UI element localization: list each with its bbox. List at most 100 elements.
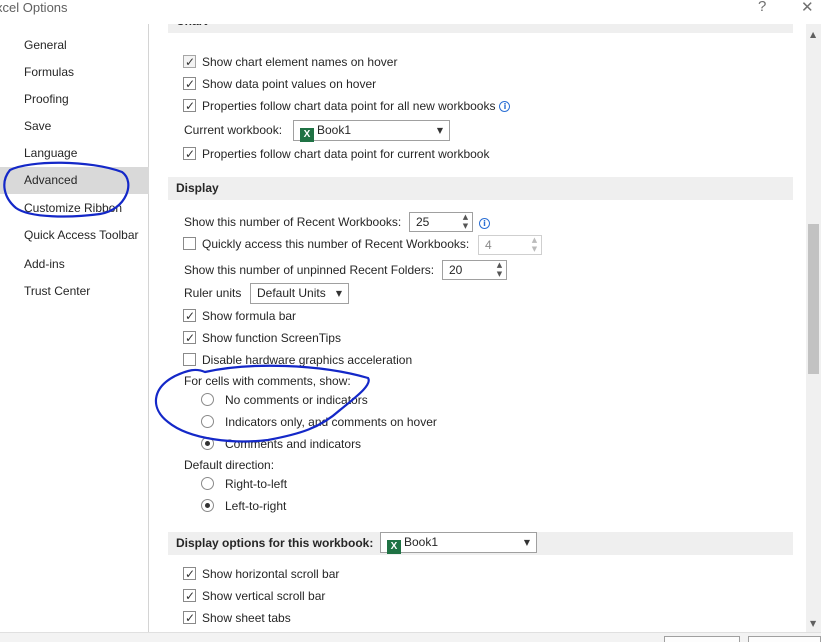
show-formula-bar-label: Show formula bar <box>202 309 297 323</box>
comments-indicators-only-option[interactable]: Indicators only, and comments on hover <box>201 412 437 432</box>
options-nav: General Formulas Proofing Save Language … <box>0 24 149 632</box>
chart-current-workbook-dropdown[interactable]: X Book1 ▼ <box>293 120 450 142</box>
scroll-down-icon[interactable]: ▼ <box>810 619 816 628</box>
comments-none-radio[interactable] <box>201 393 214 406</box>
direction-ltr-radio[interactable] <box>201 499 214 512</box>
help-icon[interactable]: ? <box>758 0 766 15</box>
show-formula-bar-option[interactable]: Show formula bar <box>183 306 296 326</box>
current-workbook-label: Current workbook: <box>184 123 283 137</box>
properties-follow-current-option[interactable]: Properties follow chart data point for c… <box>183 144 489 164</box>
comments-and-indicators-radio[interactable] <box>201 437 214 450</box>
info-icon[interactable]: i <box>479 218 490 229</box>
show-function-screentips-option[interactable]: Show function ScreenTips <box>183 328 341 348</box>
show-chart-element-names-option[interactable]: Show chart element names on hover <box>183 52 397 72</box>
show-horizontal-scroll-checkbox[interactable] <box>183 564 196 584</box>
chevron-down-icon: ▼ <box>436 126 443 135</box>
close-icon[interactable]: ✕ <box>801 0 814 16</box>
comments-indicators-only-radio[interactable] <box>201 415 214 428</box>
ruler-units-dropdown[interactable]: Default Units ▼ <box>250 283 349 304</box>
workbook-display-value: Book1 <box>404 535 439 549</box>
show-horizontal-scroll-label: Show horizontal scroll bar <box>202 567 340 581</box>
ruler-units-label: Ruler units <box>184 286 242 300</box>
chart-current-workbook-value: Book1 <box>317 123 352 137</box>
cancel-button[interactable] <box>748 636 821 642</box>
direction-ltr-label: Left-to-right <box>225 499 287 513</box>
chevron-down-icon: ▼ <box>335 289 342 298</box>
comments-indicators-only-label: Indicators only, and comments on hover <box>225 415 437 429</box>
excel-workbook-icon: X <box>387 540 401 554</box>
comments-none-option[interactable]: No comments or indicators <box>201 390 368 410</box>
window-title: xcel Options <box>0 0 68 15</box>
workbook-display-dropdown[interactable]: X Book1 ▼ <box>380 532 537 554</box>
nav-item-language[interactable]: Language <box>0 140 149 167</box>
ruler-units-value: Default Units <box>257 286 326 300</box>
comments-group-label: For cells with comments, show: <box>184 374 351 388</box>
show-function-screentips-label: Show function ScreenTips <box>202 331 341 345</box>
nav-item-trust-center[interactable]: Trust Center <box>0 278 149 305</box>
nav-item-formulas[interactable]: Formulas <box>0 59 149 86</box>
quick-access-recent-option[interactable]: Quickly access this number of Recent Wor… <box>183 234 469 254</box>
properties-follow-all-option[interactable]: Properties follow chart data point for a… <box>183 96 511 116</box>
direction-rtl-label: Right-to-left <box>225 477 288 491</box>
spinner-arrows-icon[interactable]: ▲ ▼ <box>461 213 470 231</box>
direction-ltr-option[interactable]: Left-to-right <box>201 496 286 516</box>
comments-and-indicators-label: Comments and indicators <box>225 437 362 451</box>
quick-access-recent-spinner[interactable]: 4 ▲ ▼ <box>478 235 542 255</box>
nav-item-save[interactable]: Save <box>0 113 149 140</box>
spinner-arrows-icon[interactable]: ▲ ▼ <box>495 261 504 279</box>
quick-access-recent-label: Quickly access this number of Recent Wor… <box>202 237 470 251</box>
nav-item-advanced[interactable]: Advanced <box>0 167 149 194</box>
properties-follow-all-checkbox[interactable] <box>183 96 196 116</box>
show-chart-element-names-label: Show chart element names on hover <box>202 55 398 69</box>
nav-item-quick-access-toolbar[interactable]: Quick Access Toolbar <box>0 222 149 249</box>
info-icon[interactable]: i <box>499 101 511 112</box>
workbook-display-header-label: Display options for this workbook: <box>176 536 374 550</box>
nav-item-add-ins[interactable]: Add-ins <box>0 251 149 278</box>
recent-workbooks-spinner[interactable]: 25 ▲ ▼ <box>409 212 473 232</box>
disable-hw-accel-checkbox[interactable] <box>183 353 196 366</box>
recent-workbooks-value: 25 <box>416 215 430 229</box>
show-function-screentips-checkbox[interactable] <box>183 328 196 348</box>
quick-access-recent-value: 4 <box>485 238 492 252</box>
show-vertical-scroll-option[interactable]: Show vertical scroll bar <box>183 586 325 606</box>
show-sheet-tabs-option[interactable]: Show sheet tabs <box>183 608 291 628</box>
show-data-point-values-option[interactable]: Show data point values on hover <box>183 74 376 94</box>
disable-hw-accel-label: Disable hardware graphics acceleration <box>202 353 413 367</box>
properties-follow-current-label: Properties follow chart data point for c… <box>202 147 490 161</box>
properties-follow-all-label: Properties follow chart data point for a… <box>202 99 496 113</box>
unpinned-folders-value: 20 <box>449 263 463 277</box>
show-data-point-values-label: Show data point values on hover <box>202 77 377 91</box>
scroll-up-icon[interactable]: ▲ <box>810 30 816 39</box>
direction-rtl-option[interactable]: Right-to-left <box>201 474 287 494</box>
unpinned-folders-spinner[interactable]: 20 ▲ ▼ <box>442 260 507 280</box>
advanced-options-panel: Chart Show chart element names on hover … <box>156 24 806 632</box>
section-header-display: Display <box>168 177 793 200</box>
disable-hw-accel-option[interactable]: Disable hardware graphics acceleration <box>183 350 412 370</box>
scrollbar-thumb[interactable] <box>808 224 819 374</box>
nav-item-proofing[interactable]: Proofing <box>0 86 149 113</box>
default-direction-label: Default direction: <box>184 458 275 472</box>
show-vertical-scroll-checkbox[interactable] <box>183 586 196 606</box>
nav-item-general[interactable]: General <box>0 32 149 59</box>
show-sheet-tabs-checkbox[interactable] <box>183 608 196 628</box>
show-data-point-values-checkbox[interactable] <box>183 74 196 94</box>
excel-workbook-icon: X <box>300 128 314 142</box>
show-formula-bar-checkbox[interactable] <box>183 306 196 326</box>
properties-follow-current-checkbox[interactable] <box>183 144 196 164</box>
excel-options-dialog: xcel Options ? ✕ General Formulas Proofi… <box>0 0 821 642</box>
section-header-chart: Chart <box>168 24 793 33</box>
nav-item-customize-ribbon[interactable]: Customize Ribbon <box>0 195 149 222</box>
direction-rtl-radio[interactable] <box>201 477 214 490</box>
vertical-scrollbar[interactable]: ▲ ▼ <box>806 24 821 632</box>
spinner-arrows-icon[interactable]: ▲ ▼ <box>530 236 539 254</box>
title-bar: xcel Options ? ✕ <box>0 0 821 24</box>
unpinned-folders-label: Show this number of unpinned Recent Fold… <box>184 263 435 277</box>
comments-and-indicators-option[interactable]: Comments and indicators <box>201 434 361 454</box>
show-chart-element-names-checkbox[interactable] <box>183 52 196 72</box>
show-vertical-scroll-label: Show vertical scroll bar <box>202 589 326 603</box>
chevron-down-icon: ▼ <box>523 538 530 547</box>
show-horizontal-scroll-option[interactable]: Show horizontal scroll bar <box>183 564 339 584</box>
quick-access-recent-checkbox[interactable] <box>183 237 196 250</box>
comments-none-label: No comments or indicators <box>225 393 368 407</box>
ok-button[interactable] <box>664 636 740 642</box>
